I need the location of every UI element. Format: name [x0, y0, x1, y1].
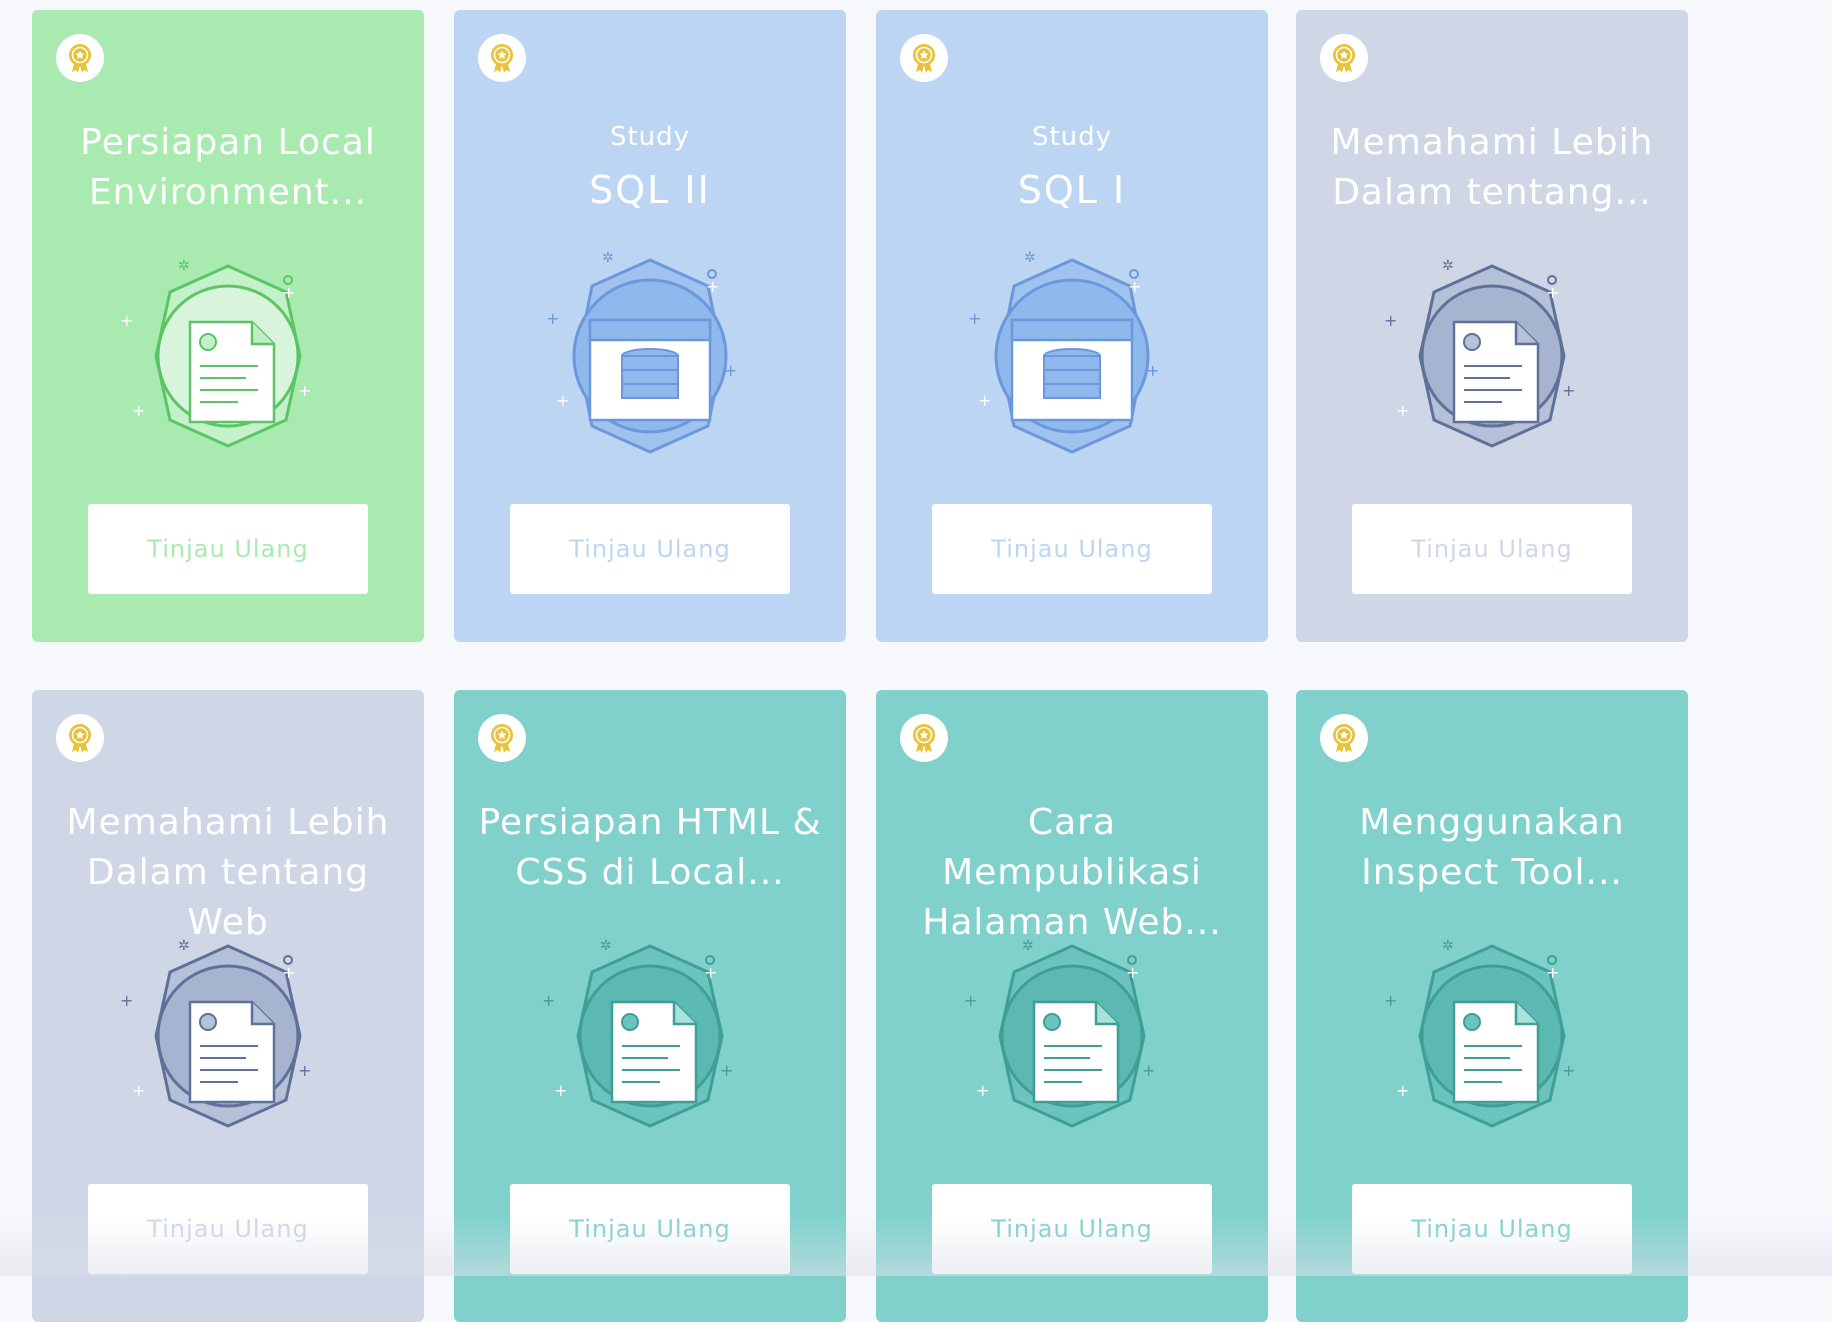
course-title: Menggunakan Inspect Tool... — [1359, 802, 1625, 893]
course-card: Persiapan Local Environment... ✲ + + + +… — [32, 10, 424, 642]
svg-text:+: + — [1562, 381, 1575, 400]
review-button[interactable]: Tinjau Ulang — [932, 1184, 1212, 1274]
course-title: Persiapan HTML & CSS di Local... — [478, 802, 822, 893]
review-button[interactable]: Tinjau Ulang — [88, 1184, 368, 1274]
svg-text:✲: ✲ — [1024, 250, 1036, 266]
svg-text:+: + — [298, 381, 311, 400]
course-card: Menggunakan Inspect Tool... ✲ + + + + Ti… — [1296, 690, 1688, 1322]
medal-icon — [1320, 34, 1368, 82]
svg-text:+: + — [542, 991, 555, 1010]
medal-icon — [478, 34, 526, 82]
course-card: Cara Mempublikasi Halaman Web... ✲ + + +… — [876, 690, 1268, 1322]
document-badge-icon: ✲ + + + + — [540, 926, 760, 1146]
svg-text:+: + — [282, 963, 295, 982]
svg-text:+: + — [1562, 1061, 1575, 1080]
svg-text:+: + — [554, 1081, 567, 1100]
medal-icon — [900, 714, 948, 762]
svg-text:+: + — [1384, 311, 1397, 330]
medal-icon — [900, 34, 948, 82]
course-title: SQL I — [1017, 168, 1127, 212]
course-eyebrow: Study — [1031, 122, 1113, 152]
svg-text:+: + — [1126, 963, 1139, 982]
svg-text:✲: ✲ — [178, 258, 190, 274]
course-card: Memahami Lebih Dalam tentang Web ✲ + + +… — [32, 690, 424, 1322]
medal-icon — [1320, 714, 1368, 762]
review-button[interactable]: Tinjau Ulang — [88, 504, 368, 594]
svg-text:✲: ✲ — [600, 938, 612, 954]
database-badge-icon: ✲ + + + + — [962, 246, 1182, 466]
svg-text:+: + — [120, 991, 133, 1010]
course-card: Study SQL I ✲ + + + + Tinjau Ulang — [876, 10, 1268, 642]
course-eyebrow: Study — [609, 122, 691, 152]
svg-text:+: + — [120, 311, 133, 330]
svg-text:+: + — [724, 361, 737, 380]
course-card: Memahami Lebih Dalam tentang... ✲ + + + … — [1296, 10, 1688, 642]
review-button[interactable]: Tinjau Ulang — [1352, 504, 1632, 594]
svg-text:✲: ✲ — [178, 938, 190, 954]
document-badge-icon: ✲ + + + + — [1382, 246, 1602, 466]
review-button[interactable]: Tinjau Ulang — [510, 1184, 790, 1274]
svg-text:✲: ✲ — [602, 250, 614, 266]
svg-text:✲: ✲ — [1442, 258, 1454, 274]
medal-icon — [56, 34, 104, 82]
svg-text:+: + — [704, 963, 717, 982]
review-button[interactable]: Tinjau Ulang — [1352, 1184, 1632, 1274]
document-badge-icon: ✲ + + + + — [118, 246, 338, 466]
course-title: Memahami Lebih Dalam tentang... — [1330, 122, 1654, 213]
svg-text:+: + — [1142, 1061, 1155, 1080]
course-card: Persiapan HTML & CSS di Local... ✲ + + +… — [454, 690, 846, 1322]
medal-icon — [478, 714, 526, 762]
svg-text:+: + — [1128, 277, 1141, 296]
svg-text:+: + — [546, 309, 559, 328]
svg-text:+: + — [1384, 991, 1397, 1010]
svg-text:+: + — [132, 401, 145, 420]
svg-text:+: + — [968, 309, 981, 328]
svg-text:+: + — [1146, 361, 1159, 380]
document-badge-icon: ✲ + + + + — [962, 926, 1182, 1146]
svg-text:+: + — [976, 1081, 989, 1100]
medal-icon — [56, 714, 104, 762]
svg-text:✲: ✲ — [1022, 938, 1034, 954]
svg-text:+: + — [1396, 401, 1409, 420]
database-badge-icon: ✲ + + + + — [540, 246, 760, 466]
svg-text:+: + — [978, 391, 991, 410]
svg-text:+: + — [1546, 283, 1559, 302]
course-card: Study SQL II ✲ + + + + Tinjau Ulang — [454, 10, 846, 642]
course-title: Persiapan Local Environment... — [80, 122, 376, 213]
course-title: SQL II — [589, 168, 711, 212]
document-badge-icon: ✲ + + + + — [1382, 926, 1602, 1146]
review-button[interactable]: Tinjau Ulang — [932, 504, 1212, 594]
svg-text:+: + — [132, 1081, 145, 1100]
svg-text:+: + — [556, 391, 569, 410]
review-button[interactable]: Tinjau Ulang — [510, 504, 790, 594]
svg-text:+: + — [720, 1061, 733, 1080]
document-badge-icon: ✲ + + + + — [118, 926, 338, 1146]
svg-text:+: + — [298, 1061, 311, 1080]
svg-text:+: + — [1396, 1081, 1409, 1100]
svg-text:+: + — [706, 277, 719, 296]
svg-text:+: + — [1546, 963, 1559, 982]
svg-text:+: + — [964, 991, 977, 1010]
svg-text:+: + — [282, 283, 295, 302]
svg-text:✲: ✲ — [1442, 938, 1454, 954]
